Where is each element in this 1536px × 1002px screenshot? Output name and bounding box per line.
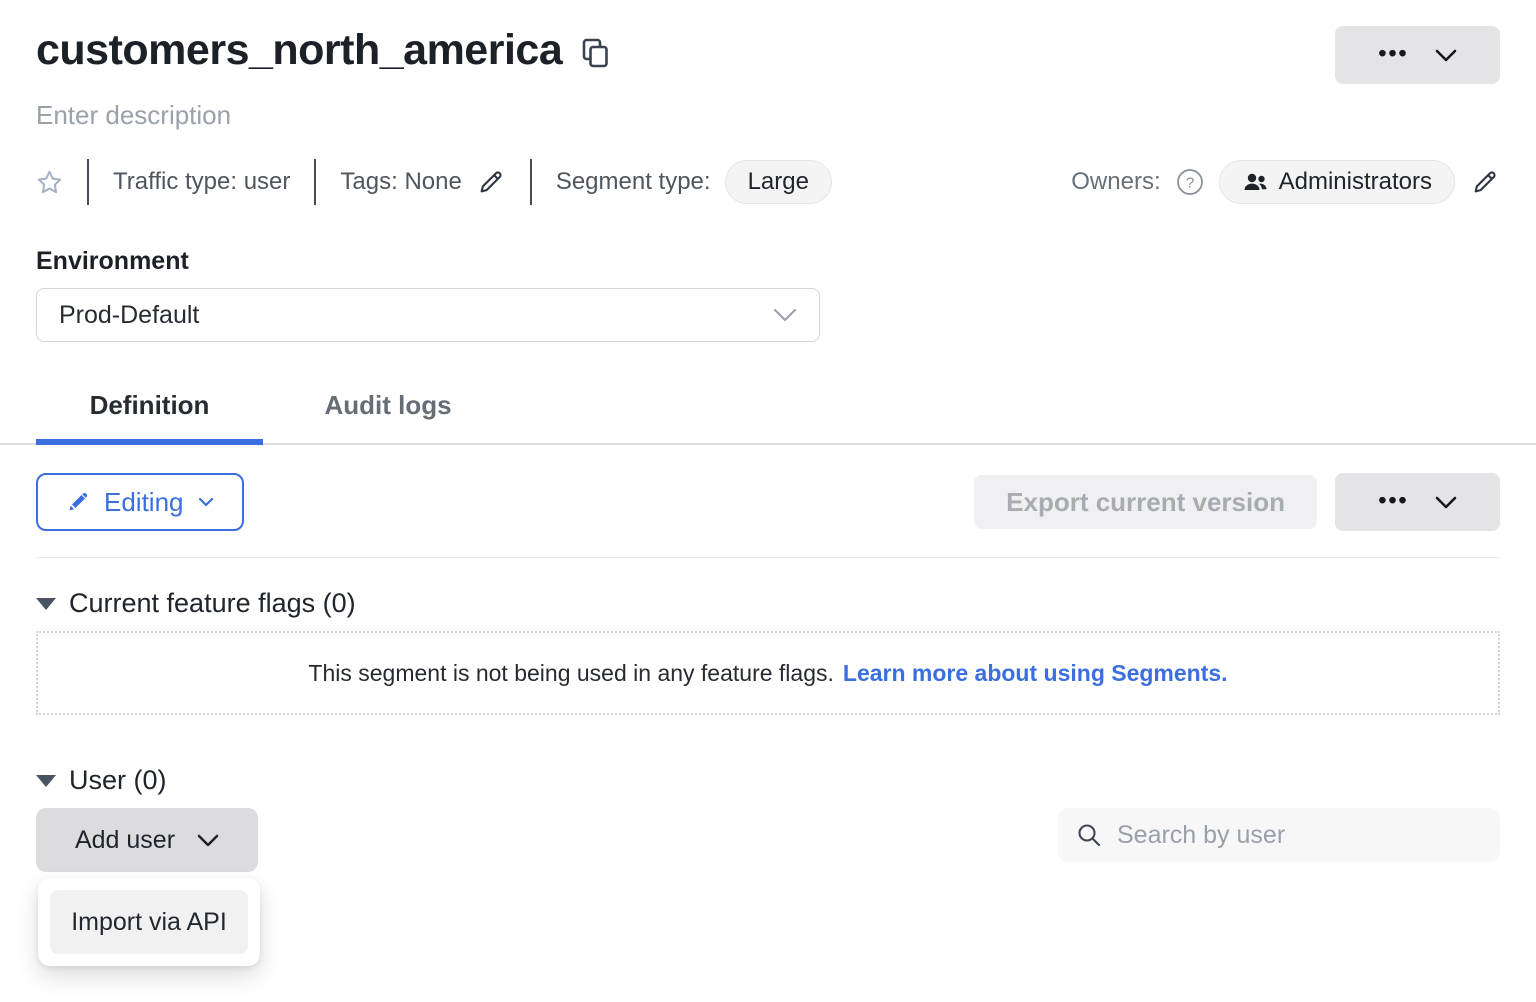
feature-flags-empty-state: This segment is not being used in any fe…: [36, 631, 1500, 715]
toolbar-more-button[interactable]: •••: [1335, 473, 1500, 531]
empty-state-text: This segment is not being used in any fe…: [308, 660, 833, 687]
add-user-menu: Import via API: [38, 878, 260, 966]
owners-group: Owners: ? Administrators: [1071, 160, 1500, 204]
pencil-icon: [476, 167, 506, 197]
search-icon: [1076, 822, 1102, 848]
add-user-button[interactable]: Add user: [36, 808, 258, 872]
header-more-button[interactable]: •••: [1335, 26, 1500, 84]
ellipsis-icon: •••: [1378, 42, 1408, 65]
meta-row: Traffic type: user Tags: None Segment ty…: [0, 159, 1536, 205]
learn-more-link[interactable]: Learn more about using Segments.: [843, 660, 1228, 687]
environment-label: Environment: [36, 247, 1500, 276]
page-header: customers_north_america •••: [0, 0, 1536, 84]
edit-tags-button[interactable]: [476, 167, 506, 197]
menu-item-import-via-api[interactable]: Import via API: [50, 890, 248, 954]
pencil-icon: [66, 490, 90, 514]
user-controls-row: Add user Import via API: [0, 808, 1536, 872]
meta-left: Traffic type: user Tags: None Segment ty…: [36, 159, 832, 205]
editing-label: Editing: [104, 487, 184, 518]
edit-owners-button[interactable]: [1470, 167, 1500, 197]
definition-toolbar: Editing Export current version •••: [0, 473, 1536, 531]
owners-badge: Administrators: [1219, 160, 1455, 204]
description-placeholder[interactable]: Enter description: [36, 100, 1536, 131]
tab-definition[interactable]: Definition: [36, 378, 263, 445]
feature-flags-section-title: Current feature flags (0): [69, 588, 356, 619]
add-user-label: Add user: [75, 826, 175, 855]
feature-flags-section-toggle[interactable]: Current feature flags (0): [36, 588, 356, 619]
divider: [87, 159, 89, 205]
toolbar-right: Export current version •••: [974, 473, 1500, 531]
chevron-down-icon: [198, 497, 214, 507]
section-divider: [36, 557, 1500, 558]
environment-selected-value: Prod-Default: [59, 301, 199, 330]
add-user-dropdown: Add user Import via API: [36, 808, 258, 872]
collapse-triangle-icon: [36, 775, 56, 787]
question-circle-icon: ?: [1176, 168, 1204, 196]
ellipsis-icon: •••: [1378, 489, 1408, 512]
favorite-star-button[interactable]: [36, 169, 63, 196]
environment-select[interactable]: Prod-Default: [36, 288, 820, 342]
page-title: customers_north_america: [36, 26, 609, 75]
collapse-triangle-icon: [36, 598, 56, 610]
divider: [530, 159, 532, 205]
user-section-toggle[interactable]: User (0): [36, 765, 167, 796]
chevron-down-icon: [197, 834, 219, 847]
chevron-down-icon: [773, 308, 797, 322]
tab-audit-logs[interactable]: Audit logs: [318, 378, 458, 445]
chevron-down-icon: [1435, 496, 1457, 509]
editing-status-button[interactable]: Editing: [36, 473, 244, 531]
user-section-title: User (0): [69, 765, 167, 796]
pencil-icon: [1470, 167, 1500, 197]
segment-type-label: Segment type:: [556, 168, 711, 196]
segment-type-item: Segment type: Large: [556, 160, 832, 204]
owners-help-button[interactable]: ?: [1176, 168, 1204, 196]
export-current-version-button[interactable]: Export current version: [974, 475, 1317, 529]
traffic-type-label: Traffic type: user: [113, 168, 290, 196]
owners-label: Owners:: [1071, 168, 1160, 196]
divider: [314, 159, 316, 205]
owners-value: Administrators: [1279, 168, 1432, 196]
chevron-down-icon: [1435, 49, 1457, 62]
segment-detail-page: customers_north_america ••• Enter descri…: [0, 0, 1536, 1002]
team-icon: [1242, 170, 1269, 194]
tags-label: Tags: None: [340, 168, 461, 196]
search-by-user-input[interactable]: [1115, 820, 1482, 851]
star-icon: [36, 169, 63, 196]
tags-item: Tags: None: [340, 167, 505, 197]
segment-type-badge: Large: [725, 160, 832, 204]
copy-icon[interactable]: [582, 38, 609, 69]
svg-text:?: ?: [1185, 175, 1193, 192]
user-search: [1058, 808, 1500, 862]
tab-bar: Definition Audit logs: [0, 378, 1536, 445]
segment-name: customers_north_america: [36, 26, 562, 75]
